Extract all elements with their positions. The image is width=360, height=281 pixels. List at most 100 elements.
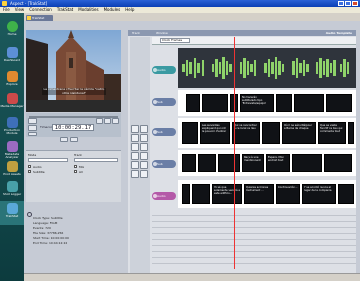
track-label: Track <box>74 153 82 157</box>
lock-icon[interactable] <box>131 170 139 178</box>
close-button[interactable] <box>352 1 358 6</box>
track-label-audio-2[interactable]: Audio <box>152 192 176 200</box>
subtitle-clip[interactable] <box>192 184 210 204</box>
subtitle-clip[interactable]: Continuación... <box>276 184 300 204</box>
minimize-button[interactable] <box>338 1 344 6</box>
subtitle-lane-3[interactable]: Reçu à une mentionnant Espera. Mon endro… <box>178 150 356 176</box>
mark-out-button[interactable] <box>104 118 111 124</box>
maximize-button[interactable] <box>345 1 351 6</box>
subtitle-clip[interactable]: Que se vaste fonctif ce lieu qui comment… <box>318 122 346 144</box>
empty-track-row[interactable] <box>152 218 356 222</box>
track-label-audio-1[interactable]: Audio <box>152 66 176 74</box>
subtitle-clip[interactable] <box>182 184 190 204</box>
mark-in-button[interactable] <box>96 118 103 124</box>
empty-track-row[interactable] <box>152 212 356 216</box>
subtitle-clip[interactable] <box>338 184 354 204</box>
explore-icon <box>6 71 18 82</box>
search-icon[interactable] <box>27 212 32 217</box>
delete-clip-icon[interactable] <box>140 152 148 160</box>
prev-frame-button[interactable] <box>60 137 68 142</box>
track-label-sub-1[interactable]: Sub <box>152 98 176 106</box>
empty-track-row[interactable] <box>152 236 356 240</box>
subtitle-clip[interactable]: No hacerán subtitulado tipo 'Entrevista/… <box>240 94 274 112</box>
sidebar-item-explore[interactable]: Explore <box>0 69 24 93</box>
subtitle-clip[interactable]: Qui va rencontrer à ce local ce lieu <box>232 122 260 144</box>
menu-trakstat[interactable]: TrakStat <box>57 7 73 13</box>
snap-icon[interactable] <box>131 161 139 169</box>
ruler-label: Clock Frames <box>160 38 190 43</box>
align-right-icon[interactable] <box>140 143 148 151</box>
subtitle-clip[interactable] <box>324 154 352 172</box>
ripple-icon[interactable] <box>140 161 148 169</box>
video-viewer[interactable]: La cimantrana c'hun'tar la càmila "natil… <box>26 30 121 112</box>
empty-track-row[interactable] <box>152 224 356 228</box>
empty-track-row[interactable] <box>152 242 356 246</box>
subtitle-clip[interactable] <box>182 154 196 172</box>
sidebar-item-trakstat[interactable]: TrakStat <box>0 201 24 225</box>
sidebar-item-media-manager[interactable]: Media Manager <box>0 91 24 115</box>
mode-select[interactable] <box>28 158 68 162</box>
all-checkbox[interactable] <box>74 170 77 173</box>
subtitle-clip[interactable]: Reçu à une mentionnant <box>242 154 264 172</box>
sidebar-item-dashboard[interactable]: Dashboard <box>0 45 24 69</box>
cut-icon[interactable] <box>131 134 139 142</box>
subtitle-clip[interactable] <box>294 94 324 112</box>
play-button[interactable] <box>28 125 37 131</box>
subtitle-clip[interactable] <box>292 154 322 172</box>
subtitle-clip[interactable]: Quieres acciones Instrument ... <box>244 184 274 204</box>
sidebar-item-production[interactable]: Production Module <box>0 115 24 139</box>
subtitle-clip[interactable] <box>218 154 240 172</box>
tab-window[interactable]: Window <box>156 30 168 36</box>
subtitle-checkbox[interactable] <box>28 170 31 173</box>
subtitle-clip[interactable] <box>186 94 200 112</box>
sidebar-item-label: Media Manager <box>0 104 24 108</box>
subtitle-clip[interactable] <box>348 122 354 144</box>
subtitle-clip[interactable]: Espera. Mon endroit tout <box>266 154 290 172</box>
sidebar-item-shot-logger[interactable]: Shot Logger <box>0 179 24 203</box>
subtitle-lane-1[interactable]: No hacerán subtitulado tipo 'Entrevista/… <box>178 90 356 116</box>
subtitle-clip[interactable]: Où il ne sécurité/pour a Berne de chaque <box>282 122 316 144</box>
add-clip-icon[interactable] <box>131 152 139 160</box>
audio-lane-1[interactable] <box>178 48 356 88</box>
subtitle-option-label: Subtitle <box>33 170 45 174</box>
track-label-sub-3[interactable]: Sub <box>152 160 176 168</box>
zoom-out-icon[interactable] <box>140 125 148 133</box>
menu-modules[interactable]: Modules <box>104 7 121 13</box>
info-line: Clock Type: Subtitle <box>33 216 63 220</box>
subtitle-clip[interactable] <box>182 122 198 144</box>
menu-modalities[interactable]: Modalities <box>78 7 98 13</box>
subtitle-clip[interactable]: Y se acordó nunca el lugar de la compani… <box>302 184 336 204</box>
subtitle-clip[interactable]: Les suivantes expliquent qui ont le pouv… <box>200 122 230 144</box>
subtitle-lane-2[interactable]: Les suivantes expliquent qui ont le pouv… <box>178 118 356 148</box>
next-frame-button[interactable] <box>70 137 78 142</box>
empty-track-row[interactable] <box>152 230 356 234</box>
subtitle-lane-4[interactable]: Yo sé que solamente vendrá a este edific… <box>178 180 356 208</box>
subtitle-clip[interactable] <box>326 94 352 112</box>
menu-help[interactable]: Help <box>125 7 134 13</box>
empty-track-row[interactable] <box>152 260 356 264</box>
empty-track-row[interactable] <box>152 254 356 258</box>
subtitle-clip[interactable]: Yo sé que solamente vendrá a este edific… <box>212 184 242 204</box>
tab-track[interactable]: Track <box>132 30 140 36</box>
track-label-sub-2[interactable]: Sub <box>152 128 176 136</box>
settings-icon[interactable] <box>140 170 148 178</box>
mix-checkbox[interactable] <box>74 165 77 168</box>
track-name: Sub <box>157 130 163 134</box>
subtitle-clip[interactable] <box>198 154 216 172</box>
playhead[interactable] <box>234 37 235 269</box>
zoom-in-icon[interactable] <box>131 125 139 133</box>
split-icon[interactable] <box>140 134 148 142</box>
subtitle-clip[interactable] <box>262 122 280 144</box>
loop-button[interactable] <box>28 132 37 136</box>
subtitle-clip[interactable] <box>202 94 228 112</box>
menu-connection[interactable]: Connection <box>29 7 52 13</box>
empty-track-row[interactable] <box>152 248 356 252</box>
rewind-button[interactable] <box>28 118 37 124</box>
track-select[interactable] <box>74 158 118 162</box>
step-button[interactable] <box>112 118 119 124</box>
subtitle-clip[interactable] <box>276 94 292 112</box>
align-left-icon[interactable] <box>131 143 139 151</box>
track-toggle-icon <box>153 100 157 104</box>
sidebar-item-home[interactable]: Home <box>0 19 24 43</box>
audio-checkbox[interactable] <box>28 165 31 168</box>
